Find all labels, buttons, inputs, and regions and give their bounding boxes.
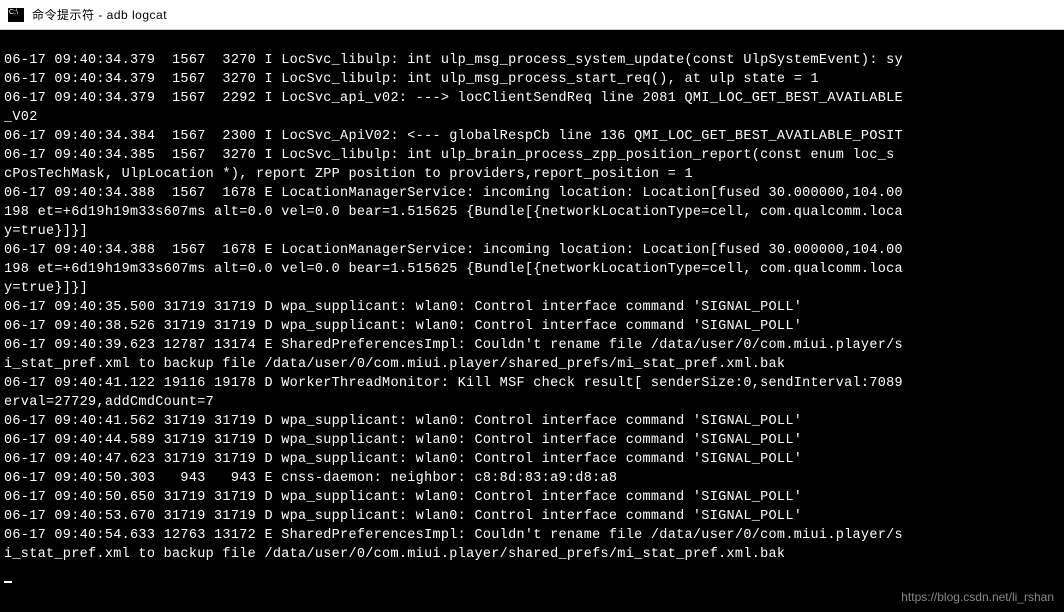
log-line: 06-17 09:40:35.500 31719 31719 D wpa_sup… [4,300,802,315]
log-line: 06-17 09:40:44.589 31719 31719 D wpa_sup… [4,433,802,448]
terminal-content[interactable]: 06-17 09:40:34.379 1567 3270 I LocSvc_li… [0,30,1064,612]
log-line: 06-17 09:40:41.562 31719 31719 D wpa_sup… [4,414,802,429]
log-line: i_stat_pref.xml to backup file /data/use… [4,547,785,562]
log-line: 06-17 09:40:50.650 31719 31719 D wpa_sup… [4,490,802,505]
log-line: cPosTechMask, UlpLocation *), report ZPP… [4,167,693,182]
terminal-cursor [4,581,12,583]
log-line: erval=27729,addCmdCount=7 [4,395,214,410]
log-line: 06-17 09:40:34.379 1567 3270 I LocSvc_li… [4,53,903,68]
cmd-icon [8,8,24,22]
log-line: 06-17 09:40:50.303 943 943 E cnss-daemon… [4,471,617,486]
log-line: 06-17 09:40:34.379 1567 3270 I LocSvc_li… [4,72,819,87]
log-line: 06-17 09:40:47.623 31719 31719 D wpa_sup… [4,452,802,467]
log-line: 06-17 09:40:34.385 1567 3270 I LocSvc_li… [4,148,895,163]
log-line: 06-17 09:40:34.388 1567 1678 E LocationM… [4,243,903,258]
log-line: y=true}]}] [4,224,88,239]
log-line: i_stat_pref.xml to backup file /data/use… [4,357,785,372]
log-line: 06-17 09:40:54.633 12763 13172 E SharedP… [4,528,903,543]
window-title: 命令提示符 - adb logcat [32,6,167,23]
log-line: _V02 [4,110,38,125]
log-line: 06-17 09:40:41.122 19116 19178 D WorkerT… [4,376,903,391]
log-line: 06-17 09:40:53.670 31719 31719 D wpa_sup… [4,509,802,524]
watermark-text: https://blog.csdn.net/li_rshan [901,590,1054,604]
log-line: 198 et=+6d19h19m33s607ms alt=0.0 vel=0.0… [4,262,903,277]
log-line: 06-17 09:40:34.379 1567 2292 I LocSvc_ap… [4,91,903,106]
log-line: 06-17 09:40:34.388 1567 1678 E LocationM… [4,186,903,201]
log-line: 198 et=+6d19h19m33s607ms alt=0.0 vel=0.0… [4,205,903,220]
log-line: 06-17 09:40:34.384 1567 2300 I LocSvc_Ap… [4,129,903,144]
log-line: 06-17 09:40:38.526 31719 31719 D wpa_sup… [4,319,802,334]
log-line: 06-17 09:40:39.623 12787 13174 E SharedP… [4,338,903,353]
log-line: y=true}]}] [4,281,88,296]
window-title-bar[interactable]: 命令提示符 - adb logcat [0,0,1064,30]
